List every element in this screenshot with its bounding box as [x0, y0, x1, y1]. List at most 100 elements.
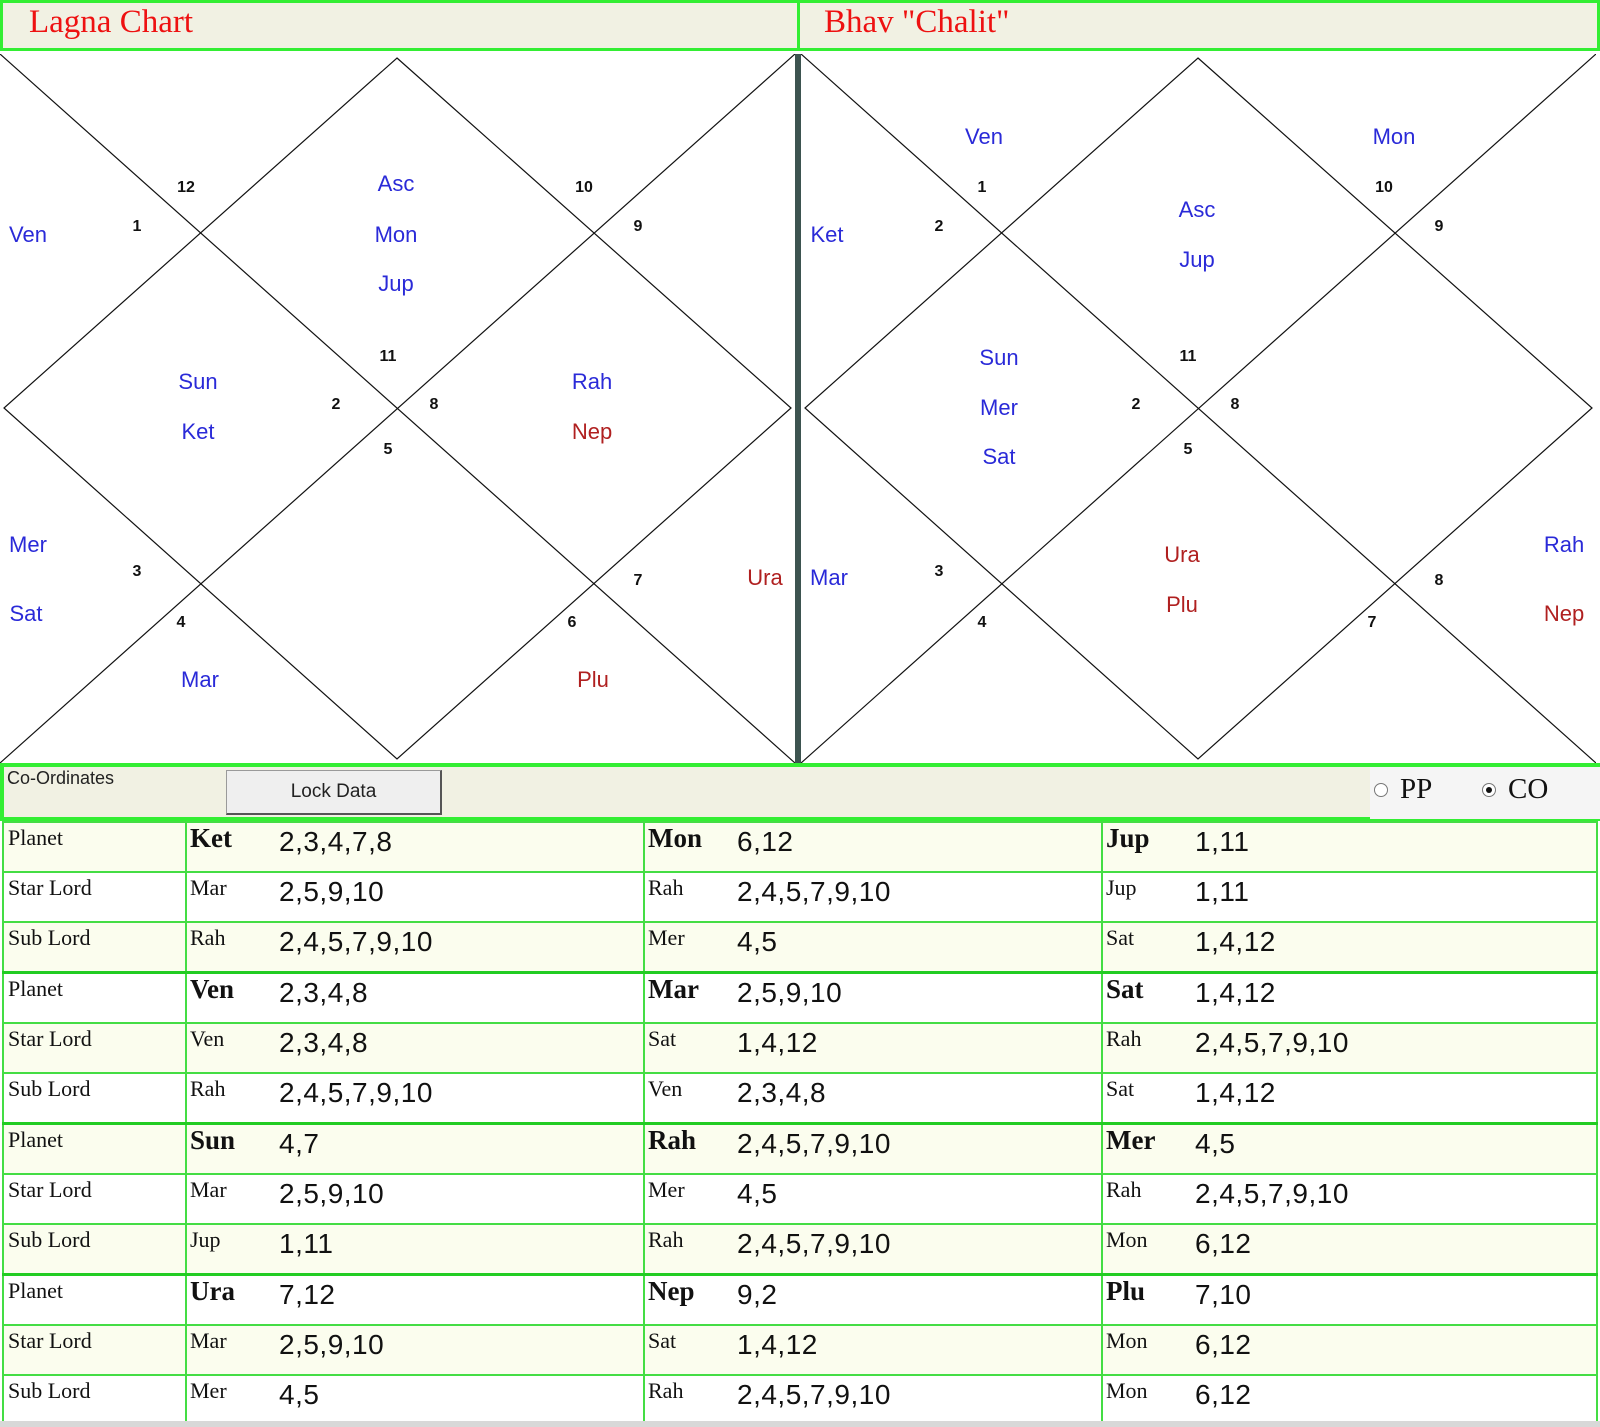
row-head: Planet: [2, 1122, 187, 1175]
house-significators: 2,3,4,8: [279, 977, 369, 1008]
house-number: 11: [1179, 348, 1197, 365]
row-head: Planet: [2, 1273, 187, 1326]
lagna-chart-header: Lagna Chart: [0, 0, 800, 51]
house-significators: 4,5: [279, 1379, 320, 1410]
sub-lord-name: Mer: [190, 1378, 227, 1403]
table-row: Sub Lord Mer 4,5 Rah 2,4,5,7,9,10 Mon 6,12: [2, 1374, 1598, 1427]
planet-name: Ura: [190, 1276, 235, 1306]
table-cell: Rah 2,4,5,7,9,10: [643, 1122, 1103, 1175]
sub-lord-name: Rah: [190, 1076, 226, 1101]
house-significators: 9,2: [737, 1279, 778, 1310]
house-significators: 2,4,5,7,9,10: [737, 1228, 891, 1259]
house-number: 5: [383, 441, 393, 458]
row-head: Star Lord: [2, 1022, 187, 1074]
co-radio[interactable]: CO: [1482, 773, 1548, 806]
planet-label: Ven: [965, 124, 1003, 149]
star-lord-name: Rah: [1106, 1026, 1142, 1051]
table-cell: Sun 4,7: [185, 1122, 645, 1175]
table-row: Star Lord Ven 2,3,4,8 Sat 1,4,12 Rah 2,4,5,7,9…: [2, 1022, 1598, 1074]
planet-label: Mer: [9, 532, 47, 557]
star-lord-name: Jup: [1106, 875, 1137, 900]
table-cell: Mer 4,5: [643, 921, 1103, 974]
house-number: 1: [977, 179, 987, 196]
coordinates-bar: Co-Ordinates Lock Data PP CO: [0, 763, 1600, 821]
planet-name: Sun: [190, 1125, 236, 1155]
planet-name: Mer: [1106, 1125, 1156, 1155]
table-cell: Mon 6,12: [1101, 1324, 1598, 1376]
table-cell: Ven 2,3,4,8: [185, 971, 645, 1024]
status-strip: [0, 1421, 1600, 1427]
planet-label: Plu: [1166, 592, 1198, 617]
pp-radio-dot[interactable]: [1374, 782, 1388, 797]
table-cell: Mar 2,5,9,10: [643, 971, 1103, 1024]
mode-radio-group: PP CO: [1370, 767, 1600, 819]
house-number: 7: [1367, 614, 1377, 631]
planet-label: Ket: [810, 222, 844, 247]
planet-label: Sat: [982, 444, 1016, 469]
row-head: Star Lord: [2, 1173, 187, 1225]
sub-lord-name: Sat: [1106, 1076, 1135, 1101]
table-row: Planet Sun 4,7 Rah 2,4,5,7,9,10 Mer 4,5: [2, 1122, 1598, 1175]
house-significators: 2,4,5,7,9,10: [737, 1128, 891, 1159]
sub-lord-name: Mon: [1106, 1227, 1148, 1252]
planet-name: Sat: [1106, 974, 1144, 1004]
table-cell: Ven 2,3,4,8: [643, 1072, 1103, 1125]
star-lord-name: Mar: [190, 1177, 227, 1202]
house-number: 10: [1375, 179, 1393, 196]
sub-lord-name: Rah: [648, 1227, 684, 1252]
house-significators: 2,5,9,10: [279, 1178, 385, 1209]
table-cell: Mer 4,5: [1101, 1122, 1598, 1175]
table-cell: Rah 2,4,5,7,9,10: [185, 921, 645, 974]
row-head: Planet: [2, 821, 187, 873]
significator-table: Planet Ket 2,3,4,7,8 Mon 6,12 Jup 1,11 Star Lor…: [2, 821, 1598, 1427]
house-significators: 2,3,4,8: [279, 1027, 369, 1058]
table-cell: Rah 2,4,5,7,9,10: [643, 1374, 1103, 1427]
star-lord-name: Mer: [648, 1177, 685, 1202]
table-cell: Sat 1,4,12: [643, 1022, 1103, 1074]
pp-radio-label: PP: [1400, 773, 1433, 805]
house-significators: 1,11: [1195, 826, 1250, 857]
bhav-chalit-title: Bhav "Chalit": [824, 4, 1010, 40]
table-cell: Plu 7,10: [1101, 1273, 1598, 1326]
house-number: 9: [1434, 218, 1444, 235]
significator-table-wrap: Planet Ket 2,3,4,7,8 Mon 6,12 Jup 1,11 Star Lor…: [0, 821, 1600, 1427]
house-number: 1: [132, 218, 142, 235]
pp-radio[interactable]: PP: [1374, 773, 1432, 806]
planet-name: Mon: [648, 823, 702, 853]
planet-label: Jup: [378, 271, 414, 296]
planet-label: Jup: [1179, 247, 1215, 272]
house-significators: 4,5: [737, 926, 778, 957]
table-cell: Rah 2,4,5,7,9,10: [643, 871, 1103, 923]
table-row: Sub Lord Rah 2,4,5,7,9,10 Ven 2,3,4,8 Sat 1,4,…: [2, 1072, 1598, 1125]
house-significators: 1,4,12: [737, 1329, 818, 1360]
house-significators: 7,12: [279, 1279, 336, 1310]
house-number: 8: [1230, 396, 1240, 413]
star-lord-name: Mon: [1106, 1328, 1148, 1353]
house-number: 4: [977, 614, 987, 631]
table-cell: Mar 2,5,9,10: [185, 1324, 645, 1376]
sub-lord-name: Rah: [648, 1378, 684, 1403]
planet-label: Plu: [577, 667, 609, 692]
planet-label: Asc: [377, 171, 415, 196]
house-significators: 2,4,5,7,9,10: [1195, 1178, 1349, 1209]
co-radio-dot[interactable]: [1482, 782, 1496, 797]
house-significators: 4,7: [279, 1128, 320, 1159]
lock-data-button[interactable]: Lock Data: [226, 770, 442, 815]
row-head: Planet: [2, 971, 187, 1024]
table-cell: Jup 1,11: [185, 1223, 645, 1276]
star-lord-name: Mar: [190, 875, 227, 900]
table-row: Planet Ura 7,12 Nep 9,2 Plu 7,10: [2, 1273, 1598, 1326]
house-significators: 2,4,5,7,9,10: [737, 876, 891, 907]
table-cell: Mon 6,12: [1101, 1374, 1598, 1427]
planet-label: Ven: [9, 222, 47, 247]
table-cell: Sat 1,4,12: [1101, 921, 1598, 974]
table-cell: Jup 1,11: [1101, 871, 1598, 923]
planet-label: Nep: [1543, 601, 1585, 626]
table-cell: Mar 2,5,9,10: [185, 871, 645, 923]
sub-lord-name: Ven: [648, 1076, 683, 1101]
planet-label: Mar: [810, 565, 848, 590]
star-lord-name: Sat: [648, 1026, 677, 1051]
table-cell: Nep 9,2: [643, 1273, 1103, 1326]
table-cell: Mon 6,12: [643, 821, 1103, 873]
planet-label: Nep: [571, 419, 613, 444]
